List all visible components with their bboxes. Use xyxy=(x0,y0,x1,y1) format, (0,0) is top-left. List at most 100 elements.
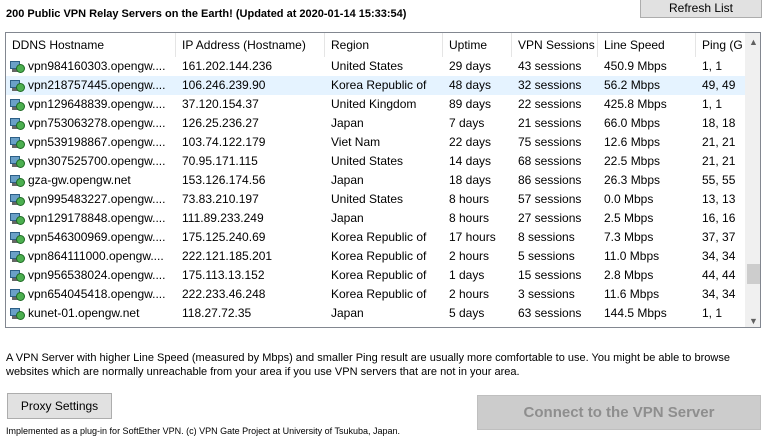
cell-hostname: vpn995483227.opengw.... xyxy=(6,190,176,209)
server-list[interactable]: DDNS Hostname IP Address (Hostname) Regi… xyxy=(5,32,761,328)
table-row[interactable]: vpn995483227.opengw.... 73.83.210.197 Unit… xyxy=(6,190,746,209)
vertical-scrollbar[interactable]: ▲ ▼ xyxy=(745,33,760,327)
cell-hostname: vpn753063278.opengw.... xyxy=(6,114,176,133)
vpn-server-icon xyxy=(10,155,25,169)
table-row[interactable]: vpn753063278.opengw.... 126.25.236.27 Japa… xyxy=(6,114,746,133)
cell-region: Japan xyxy=(331,211,364,225)
cell-uptime: 2 hours xyxy=(449,249,490,263)
vpn-server-icon xyxy=(10,98,25,112)
cell-sessions: 5 sessions xyxy=(518,249,575,263)
cell-sessions: 15 sessions xyxy=(518,268,582,282)
cell-line-speed: 11.6 Mbps xyxy=(604,287,660,301)
cell-uptime: 48 days xyxy=(449,78,492,92)
table-row[interactable]: vpn546300969.opengw.... 175.125.240.69 Kor… xyxy=(6,228,746,247)
column-header-uptime[interactable]: Uptime xyxy=(443,33,512,57)
table-row[interactable]: vpn307525700.opengw.... 70.95.171.115 Unit… xyxy=(6,152,746,171)
cell-region: United States xyxy=(331,59,404,73)
hostname-text: vpn995483227.opengw.... xyxy=(28,192,166,206)
scroll-thumb[interactable] xyxy=(747,264,760,284)
vpn-server-icon xyxy=(10,250,25,264)
cell-hostname: kunet-01.opengw.net xyxy=(6,304,176,323)
column-header-line-speed[interactable]: Line Speed xyxy=(598,33,696,57)
cell-ip-address: 222.233.46.248 xyxy=(182,287,266,301)
cell-line-speed: 26.3 Mbps xyxy=(604,173,661,187)
cell-sessions: 63 sessions xyxy=(518,306,582,320)
cell-hostname: vpn307525700.opengw.... xyxy=(6,152,176,171)
cell-line-speed: 22.5 Mbps xyxy=(604,154,661,168)
cell-ip-address: 161.202.144.236 xyxy=(182,59,273,73)
cell-region: Viet Nam xyxy=(331,135,381,149)
hostname-text: vpn539198867.opengw.... xyxy=(28,135,166,149)
hostname-text: vpn546300969.opengw.... xyxy=(28,230,166,244)
cell-region: Japan xyxy=(331,116,364,130)
table-row[interactable]: vpn864111000.opengw.... 222.121.185.201 Ko… xyxy=(6,247,746,266)
cell-line-speed: 11.0 Mbps xyxy=(604,249,660,263)
scroll-up-arrow[interactable]: ▲ xyxy=(745,33,760,50)
vpn-server-icon xyxy=(10,60,25,74)
hostname-text: vpn956538024.opengw.... xyxy=(28,268,166,282)
scroll-down-arrow[interactable]: ▼ xyxy=(745,312,760,327)
column-header-vpn-sessions[interactable]: VPN Sessions xyxy=(512,33,598,57)
cell-uptime: 22 days xyxy=(449,135,492,149)
cell-ping: 55, 55 xyxy=(702,173,736,187)
description-text: A VPN Server with higher Line Speed (mea… xyxy=(6,352,730,378)
cell-sessions: 8 sessions xyxy=(518,230,575,244)
column-header-ping[interactable]: Ping (G xyxy=(696,33,746,57)
table-row[interactable]: gza-gw.opengw.net 153.126.174.56 Japan 18 d… xyxy=(6,171,746,190)
column-header-ddns-hostname[interactable]: DDNS Hostname xyxy=(6,33,176,57)
cell-ping: 13, 13 xyxy=(702,192,736,206)
hostname-text: vpn307525700.opengw.... xyxy=(28,154,166,168)
cell-region: Korea Republic of xyxy=(331,268,427,282)
hostname-text: gza-gw.opengw.net xyxy=(28,173,131,187)
vpn-server-icon xyxy=(10,193,25,207)
cell-line-speed: 2.8 Mbps xyxy=(604,268,654,282)
cell-ip-address: 222.121.185.201 xyxy=(182,249,273,263)
table-row[interactable]: vpn984160303.opengw.... 161.202.144.236 Un… xyxy=(6,57,746,76)
hostname-text: vpn864111000.opengw.... xyxy=(28,249,164,263)
cell-ping: 18, 18 xyxy=(702,116,736,130)
footer-text: Implemented as a plug-in for SoftEther V… xyxy=(6,426,401,436)
vpn-server-icon xyxy=(10,136,25,150)
proxy-settings-button[interactable]: Proxy Settings xyxy=(7,393,112,419)
table-row[interactable]: vpn129178848.opengw.... 111.89.233.249 Jap… xyxy=(6,209,746,228)
cell-uptime: 2 hours xyxy=(449,287,490,301)
cell-region: United Kingdom xyxy=(331,97,417,111)
hostname-text: vpn218757445.opengw.... xyxy=(28,78,166,92)
vpn-server-icon xyxy=(10,79,25,93)
cell-uptime: 8 hours xyxy=(449,192,490,206)
cell-uptime: 17 hours xyxy=(449,230,496,244)
table-row[interactable]: kunet-01.opengw.net 118.27.72.35 Japan 5 da… xyxy=(6,304,746,323)
vpn-server-icon xyxy=(10,231,25,245)
hostname-text: vpn753063278.opengw.... xyxy=(28,116,166,130)
table-row[interactable]: vpn218757445.opengw.... 106.246.239.90 Kor… xyxy=(6,76,746,95)
refresh-list-button[interactable]: Refresh List xyxy=(640,0,762,18)
cell-ip-address: 118.27.72.35 xyxy=(182,306,252,320)
cell-ping: 1, 1 xyxy=(702,59,723,73)
cell-uptime: 18 days xyxy=(449,173,492,187)
hostname-text: vpn654045418.opengw.... xyxy=(28,287,166,301)
cell-ping: 21, 21 xyxy=(702,154,736,168)
cell-region: Korea Republic of xyxy=(331,249,427,263)
cell-line-speed: 66.0 Mbps xyxy=(604,116,661,130)
cell-ip-address: 103.74.122.179 xyxy=(182,135,266,149)
list-body: vpn984160303.opengw.... 161.202.144.236 Un… xyxy=(6,57,746,327)
cell-ip-address: 73.83.210.197 xyxy=(182,192,259,206)
table-row[interactable]: vpn956538024.opengw.... 175.113.13.152 Kor… xyxy=(6,266,746,285)
vpn-server-icon xyxy=(10,288,25,302)
cell-region: Korea Republic of xyxy=(331,78,427,92)
cell-ping: 37, 37 xyxy=(702,230,736,244)
cell-ip-address: 175.113.13.152 xyxy=(182,268,265,282)
column-header-ip-address[interactable]: IP Address (Hostname) xyxy=(176,33,325,57)
cell-sessions: 75 sessions xyxy=(518,135,582,149)
cell-line-speed: 56.2 Mbps xyxy=(604,78,661,92)
cell-region: Japan xyxy=(331,306,364,320)
cell-sessions: 86 sessions xyxy=(518,173,582,187)
cell-uptime: 8 hours xyxy=(449,211,490,225)
table-row[interactable]: vpn539198867.opengw.... 103.74.122.179 Vie… xyxy=(6,133,746,152)
cell-ping: 1, 1 xyxy=(702,97,723,111)
hostname-text: kunet-01.opengw.net xyxy=(28,306,140,320)
table-row[interactable]: vpn129648839.opengw.... 37.120.154.37 Unit… xyxy=(6,95,746,114)
table-row[interactable]: vpn654045418.opengw.... 222.233.46.248 Kor… xyxy=(6,285,746,304)
vpn-server-icon xyxy=(10,269,25,283)
column-header-region[interactable]: Region xyxy=(325,33,443,57)
